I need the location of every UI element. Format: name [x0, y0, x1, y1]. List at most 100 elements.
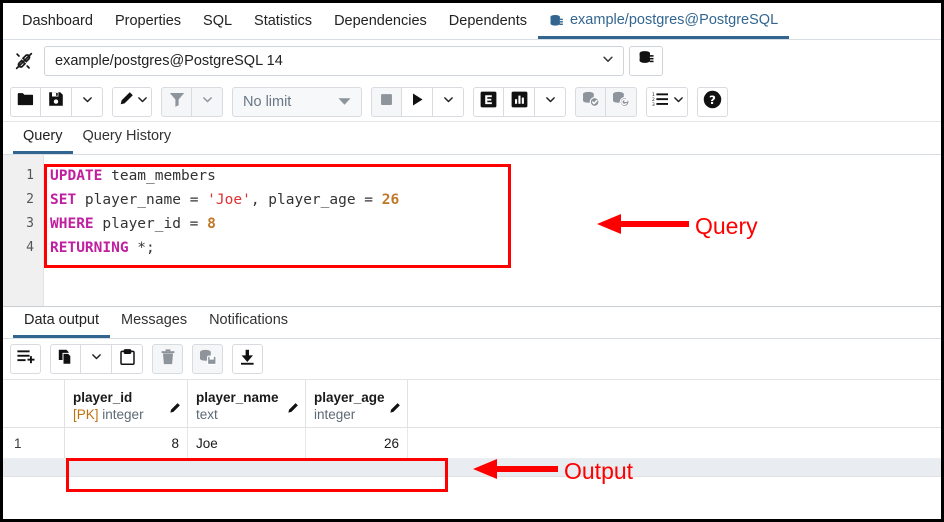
grid-empty-filler: [3, 459, 941, 477]
tab-sql[interactable]: SQL: [192, 13, 243, 40]
tab-dependencies[interactable]: Dependencies: [323, 12, 438, 40]
execute-dropdown-button[interactable]: [433, 86, 464, 117]
tab-data-output-label: Data output: [24, 312, 99, 328]
grid-corner-cell[interactable]: [3, 380, 65, 427]
add-row-button[interactable]: [10, 344, 41, 374]
grid-column-datatype: integer: [102, 406, 144, 422]
edit-button-group: [112, 86, 152, 117]
file-button-group: [10, 86, 103, 117]
connection-select[interactable]: example/postgres@PostgreSQL 14: [44, 46, 624, 76]
explain-dropdown-button[interactable]: [535, 86, 566, 117]
tab-query-tool-session[interactable]: example/postgres@PostgreSQL: [537, 12, 790, 39]
sql-token-kw: RETURNING: [50, 240, 129, 256]
open-file-icon: [17, 92, 34, 112]
disconnected-plug-icon[interactable]: [9, 47, 39, 75]
save-file-dropdown-button[interactable]: [72, 86, 103, 117]
chevron-down-icon: [90, 350, 103, 368]
paste-icon: [119, 348, 135, 370]
delete-row-button[interactable]: [152, 344, 183, 374]
chevron-down-icon: [201, 93, 214, 111]
grid-column-name: player_name: [196, 389, 279, 405]
filter-dropdown-button[interactable]: [192, 86, 223, 117]
tab-dependents[interactable]: Dependents: [438, 12, 538, 40]
tab-query-history-label: Query History: [82, 128, 172, 144]
execute-button-group: [371, 86, 464, 117]
connection-bar: example/postgres@PostgreSQL 14: [3, 40, 941, 82]
commit-button[interactable]: [575, 86, 606, 117]
sql-token-kw: WHERE: [50, 216, 94, 232]
save-file-button[interactable]: [41, 86, 72, 117]
tab-notifications-label: Notifications: [209, 312, 289, 328]
save-data-changes-button[interactable]: [192, 344, 223, 374]
download-group: [232, 344, 263, 374]
grid-column-header-player_age[interactable]: player_age integer: [306, 380, 408, 427]
sql-token-op: , player_age =: [250, 192, 382, 208]
tab-messages[interactable]: Messages: [110, 312, 198, 338]
grid-column-header-player_name[interactable]: player_name text: [188, 380, 306, 427]
line-number: 4: [26, 240, 34, 255]
copy-icon: [58, 349, 74, 370]
tab-dependencies-label: Dependencies: [334, 12, 427, 29]
sql-editor-panel: 1 2 3 4 UPDATE team_members SET player_na…: [3, 155, 941, 307]
svg-text:3: 3: [652, 102, 655, 107]
grid-column-type: integer: [314, 406, 399, 423]
tab-query[interactable]: Query: [13, 128, 73, 154]
macros-button[interactable]: 1 2 3: [646, 86, 688, 117]
copy-button[interactable]: [50, 344, 81, 374]
new-connection-button[interactable]: [629, 46, 663, 76]
line-number: 2: [26, 192, 34, 207]
explain-icon: [480, 91, 497, 113]
line-number: 3: [26, 216, 34, 231]
edit-button[interactable]: [112, 86, 152, 117]
download-csv-button[interactable]: [232, 344, 263, 374]
paste-button[interactable]: [112, 344, 143, 374]
sql-token-num: 8: [207, 216, 216, 232]
macros-button-group: 1 2 3: [646, 86, 688, 117]
sql-token-kw: UPDATE: [50, 168, 103, 184]
cell-player_name[interactable]: Joe: [188, 428, 306, 458]
rollback-icon: [612, 91, 630, 112]
help-button[interactable]: ?: [697, 86, 728, 117]
data-output-grid: player_id [PK] integer player_name text: [3, 379, 941, 517]
grid-column-datatype: text: [196, 406, 218, 422]
sql-line: WHERE player_id = 8: [50, 212, 941, 236]
table-row[interactable]: 1 8 Joe 26: [3, 428, 941, 459]
sql-token-num: 26: [381, 192, 400, 208]
numbered-list-icon: 1 2 3: [652, 91, 670, 112]
tab-notifications[interactable]: Notifications: [198, 312, 299, 338]
explain-button[interactable]: [473, 86, 504, 117]
pencil-icon: [118, 91, 134, 112]
row-number[interactable]: 1: [3, 428, 65, 458]
tab-query-label: Query: [23, 128, 63, 144]
explain-analyze-button[interactable]: [504, 86, 535, 117]
open-file-button[interactable]: [10, 86, 41, 117]
tab-data-output[interactable]: Data output: [13, 312, 110, 338]
bar-chart-icon: [511, 91, 528, 113]
copy-dropdown-button[interactable]: [81, 344, 112, 374]
chevron-down-icon[interactable]: [601, 52, 615, 70]
primary-key-badge: [PK]: [73, 406, 99, 422]
filter-button[interactable]: [161, 86, 192, 117]
rollback-button[interactable]: [606, 86, 637, 117]
tab-statistics[interactable]: Statistics: [243, 13, 323, 40]
execute-query-button[interactable]: [402, 86, 433, 117]
row-limit-value: No limit: [243, 93, 292, 110]
sql-line: SET player_name = 'Joe', player_age = 26: [50, 188, 941, 212]
transaction-button-group: [575, 86, 637, 117]
sql-editor-input[interactable]: UPDATE team_members SET player_name = 'Jo…: [44, 155, 941, 306]
tab-query-history[interactable]: Query History: [73, 128, 182, 154]
commit-icon: [582, 91, 600, 112]
save-file-icon: [48, 91, 64, 112]
grid-column-header-player_id[interactable]: player_id [PK] integer: [65, 380, 188, 427]
tab-dependents-label: Dependents: [448, 12, 527, 29]
tab-messages-label: Messages: [120, 312, 188, 328]
cell-player_id[interactable]: 8: [65, 428, 188, 458]
row-limit-select[interactable]: No limit: [232, 86, 362, 117]
stop-query-button[interactable]: [371, 86, 402, 117]
tab-properties[interactable]: Properties: [104, 13, 192, 40]
cell-player_age[interactable]: 26: [306, 428, 408, 458]
tab-query-tool-session-label: example/postgres@PostgreSQL: [569, 12, 779, 29]
tab-dashboard[interactable]: Dashboard: [11, 13, 104, 40]
svg-text:?: ?: [709, 92, 716, 106]
delete-group: [152, 344, 183, 374]
